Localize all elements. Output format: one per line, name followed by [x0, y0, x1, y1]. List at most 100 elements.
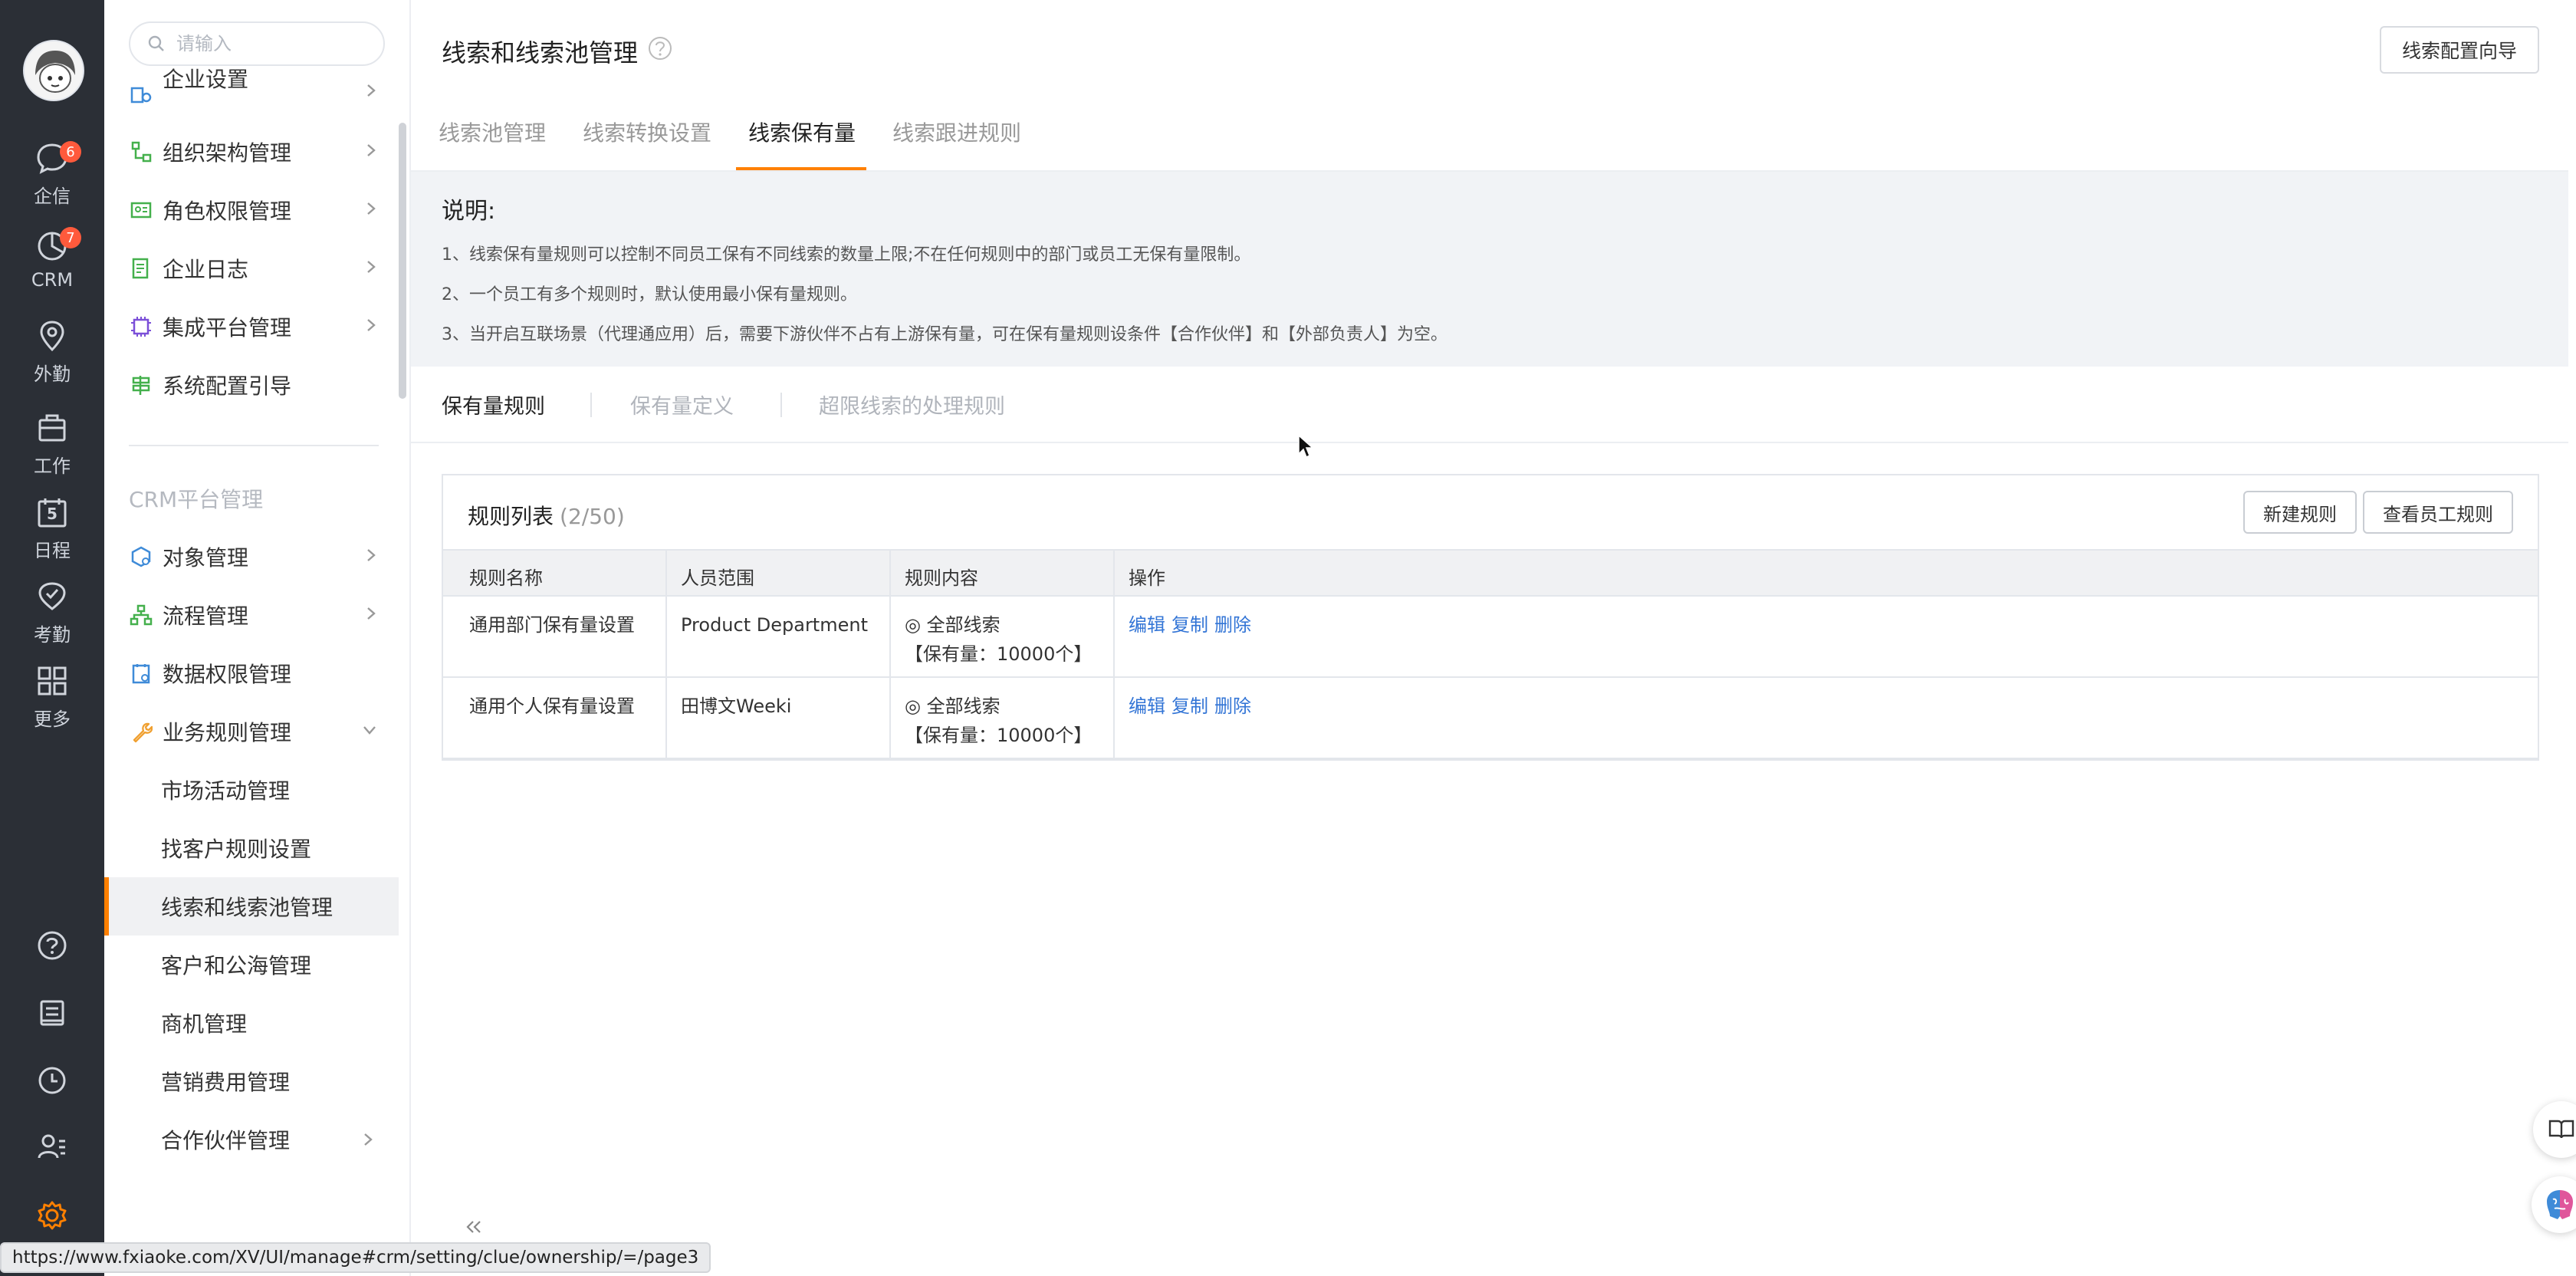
tab-lead-ownership[interactable]: 线索保有量 — [748, 117, 856, 147]
rail-item-waiqin[interactable]: 外勤 — [0, 314, 104, 388]
sidebar-item-log[interactable]: 企业日志 — [129, 239, 389, 298]
flow-icon — [129, 603, 153, 627]
sidebar-search[interactable] — [129, 21, 385, 66]
table-row: 通用部门保有量设置 Product Department ◎ 全部线索 【保有量… — [443, 597, 2538, 678]
settings-gear-icon[interactable] — [0, 1189, 104, 1242]
submenu-item-marketing-costs[interactable]: 营销费用管理 — [104, 1052, 399, 1110]
calendar-day: 5 — [47, 504, 58, 523]
copy-link[interactable]: 复制 — [1171, 696, 1208, 717]
edit-link[interactable]: 编辑 — [1129, 696, 1165, 717]
tab-bar: 线索池管理 线索转换设置 线索保有量 线索跟进规则 — [411, 98, 2568, 172]
sidebar-item-data-permission[interactable]: 数据权限管理 — [129, 644, 389, 702]
subtab-ownership-rules[interactable]: 保有量规则 — [442, 390, 545, 419]
column-divider — [1113, 549, 1115, 758]
rules-table: 规则名称 人员范围 规则内容 操作 通用部门保有量设置 Product Depa… — [443, 549, 2538, 759]
description-line: 3、当开启互联场景（代理通应用）后，需要下游伙伴不占有上游保有量，可在保有量规则… — [442, 325, 1448, 344]
column-divider — [665, 549, 667, 758]
sidebar-item-label: 企业设置 — [163, 67, 249, 92]
rule-name: 通用个人保有量设置 — [469, 696, 635, 717]
rule-content-line: 【保有量：10000个】 — [905, 725, 1092, 746]
sidebar-item-label: 业务规则管理 — [163, 720, 292, 745]
sidebar-item-integration[interactable]: 集成平台管理 — [129, 298, 389, 356]
unread-badge: 6 — [60, 141, 81, 163]
rail-label: 更多 — [34, 708, 71, 730]
sidebar-item-flow[interactable]: 流程管理 — [129, 586, 389, 644]
rule-content: ◎ 全部线索 【保有量：10000个】 — [905, 610, 1092, 669]
submenu-item-customers[interactable]: 客户和公海管理 — [104, 936, 399, 994]
tab-lead-followup[interactable]: 线索跟进规则 — [892, 117, 1021, 147]
sidebar-item-label: 组织架构管理 — [163, 140, 292, 166]
delete-link[interactable]: 删除 — [1214, 614, 1251, 636]
sidebar-item-objects[interactable]: 对象管理 — [129, 528, 389, 586]
sidebar-item-org[interactable]: 组织架构管理 — [129, 123, 389, 181]
search-icon — [148, 35, 164, 51]
tab-lead-conversion[interactable]: 线索转换设置 — [583, 117, 711, 147]
sidebar-item-label: 数据权限管理 — [163, 662, 292, 687]
submenu-item-leads[interactable]: 线索和线索池管理 — [104, 877, 399, 936]
view-employee-rules-button[interactable]: 查看员工规则 — [2363, 491, 2513, 534]
rail-item-more[interactable]: 更多 — [0, 659, 104, 733]
rule-scope: 田博文Weeki — [681, 696, 792, 717]
sidebar-scrollbar[interactable] — [399, 123, 406, 399]
rail-item-attendance[interactable]: 考勤 — [0, 575, 104, 649]
edit-link[interactable]: 编辑 — [1129, 614, 1165, 636]
rail-item-schedule[interactable]: 5 日程 — [0, 491, 104, 564]
rule-actions: 编辑 复制 删除 — [1129, 610, 1257, 640]
rules-list-title: 规则列表 (2/50) — [468, 500, 625, 531]
sidebar-item-roles[interactable]: 角色权限管理 — [129, 181, 389, 239]
wrench-icon — [129, 719, 153, 744]
rules-list-title-text: 规则列表 — [468, 504, 554, 529]
data-permission-icon — [129, 661, 153, 686]
notebook-icon[interactable] — [0, 986, 104, 1040]
sidebar-item-label: 企业日志 — [163, 257, 249, 282]
copy-link[interactable]: 复制 — [1171, 614, 1208, 636]
sidebar-item-business-rules[interactable]: 业务规则管理 — [129, 702, 389, 761]
rail-item-crm[interactable]: CRM 7 — [0, 222, 104, 296]
object-icon — [129, 544, 153, 569]
rail-item-qixin[interactable]: 企信 6 — [0, 136, 104, 210]
calendar-icon: 5 — [34, 494, 71, 531]
delete-link[interactable]: 删除 — [1214, 696, 1251, 717]
open-book-icon[interactable] — [2533, 1101, 2576, 1158]
submenu-item-marketing[interactable]: 市场活动管理 — [104, 761, 399, 819]
contacts-icon[interactable] — [0, 1120, 104, 1173]
submenu-item-opportunities[interactable]: 商机管理 — [104, 994, 399, 1052]
rules-list-panel: 规则列表 (2/50) 新建规则 查看员工规则 规则名称 人员范围 规则内容 操作… — [442, 474, 2539, 761]
description-title: 说明: — [442, 198, 496, 225]
chevron-right-icon — [367, 84, 376, 97]
rules-count: (2/50) — [560, 504, 625, 529]
rule-scope: Product Department — [681, 614, 868, 636]
chevron-right-icon — [367, 261, 376, 273]
submenu-item-customer-rules[interactable]: 找客户规则设置 — [104, 819, 399, 877]
main-content: 线索和线索池管理 线索配置向导 线索池管理 线索转换设置 线索保有量 线索跟进规… — [411, 0, 2576, 1276]
link-status-bar: https://www.fxiaoke.com/XV/UI/manage#crm… — [0, 1242, 711, 1273]
rail-label: 日程 — [34, 539, 71, 561]
column-divider — [889, 549, 891, 758]
chevron-down-icon — [363, 726, 376, 735]
help-icon[interactable] — [0, 919, 104, 972]
new-rule-button[interactable]: 新建规则 — [2243, 491, 2357, 534]
signpost-icon — [129, 373, 153, 397]
sidebar-item-config-guide[interactable]: 系统配置引导 — [129, 356, 389, 414]
tab-lead-pool[interactable]: 线索池管理 — [439, 117, 546, 147]
log-icon — [129, 256, 153, 281]
subtab-ownership-definition[interactable]: 保有量定义 — [630, 390, 734, 419]
sidebar-item-label: 集成平台管理 — [163, 315, 292, 340]
rule-content: ◎ 全部线索 【保有量：10000个】 — [905, 692, 1092, 750]
table-header: 规则名称 人员范围 规则内容 操作 — [443, 549, 2538, 597]
avatar[interactable] — [23, 40, 84, 101]
search-input[interactable] — [176, 33, 360, 54]
submenu-item-partners[interactable]: 合作伙伴管理 — [104, 1110, 399, 1169]
subtab-overlimit-rules[interactable]: 超限线索的处理规则 — [819, 390, 1005, 419]
page-title: 线索和线索池管理 — [442, 38, 639, 67]
question-icon[interactable] — [647, 35, 673, 64]
grid-icon — [34, 663, 71, 699]
rule-content-line: 【保有量：10000个】 — [905, 643, 1092, 665]
ai-brain-icon[interactable] — [2532, 1176, 2576, 1233]
description-line: 2、一个员工有多个规则时，默认使用最小保有量规则。 — [442, 285, 857, 304]
clock-icon[interactable] — [0, 1054, 104, 1107]
sidebar-item-label: 对象管理 — [163, 545, 249, 571]
rail-item-work[interactable]: 工作 — [0, 406, 104, 480]
sidebar-item-company-settings[interactable]: 企业设置 — [129, 66, 389, 121]
lead-config-wizard-button[interactable]: 线索配置向导 — [2380, 26, 2539, 74]
